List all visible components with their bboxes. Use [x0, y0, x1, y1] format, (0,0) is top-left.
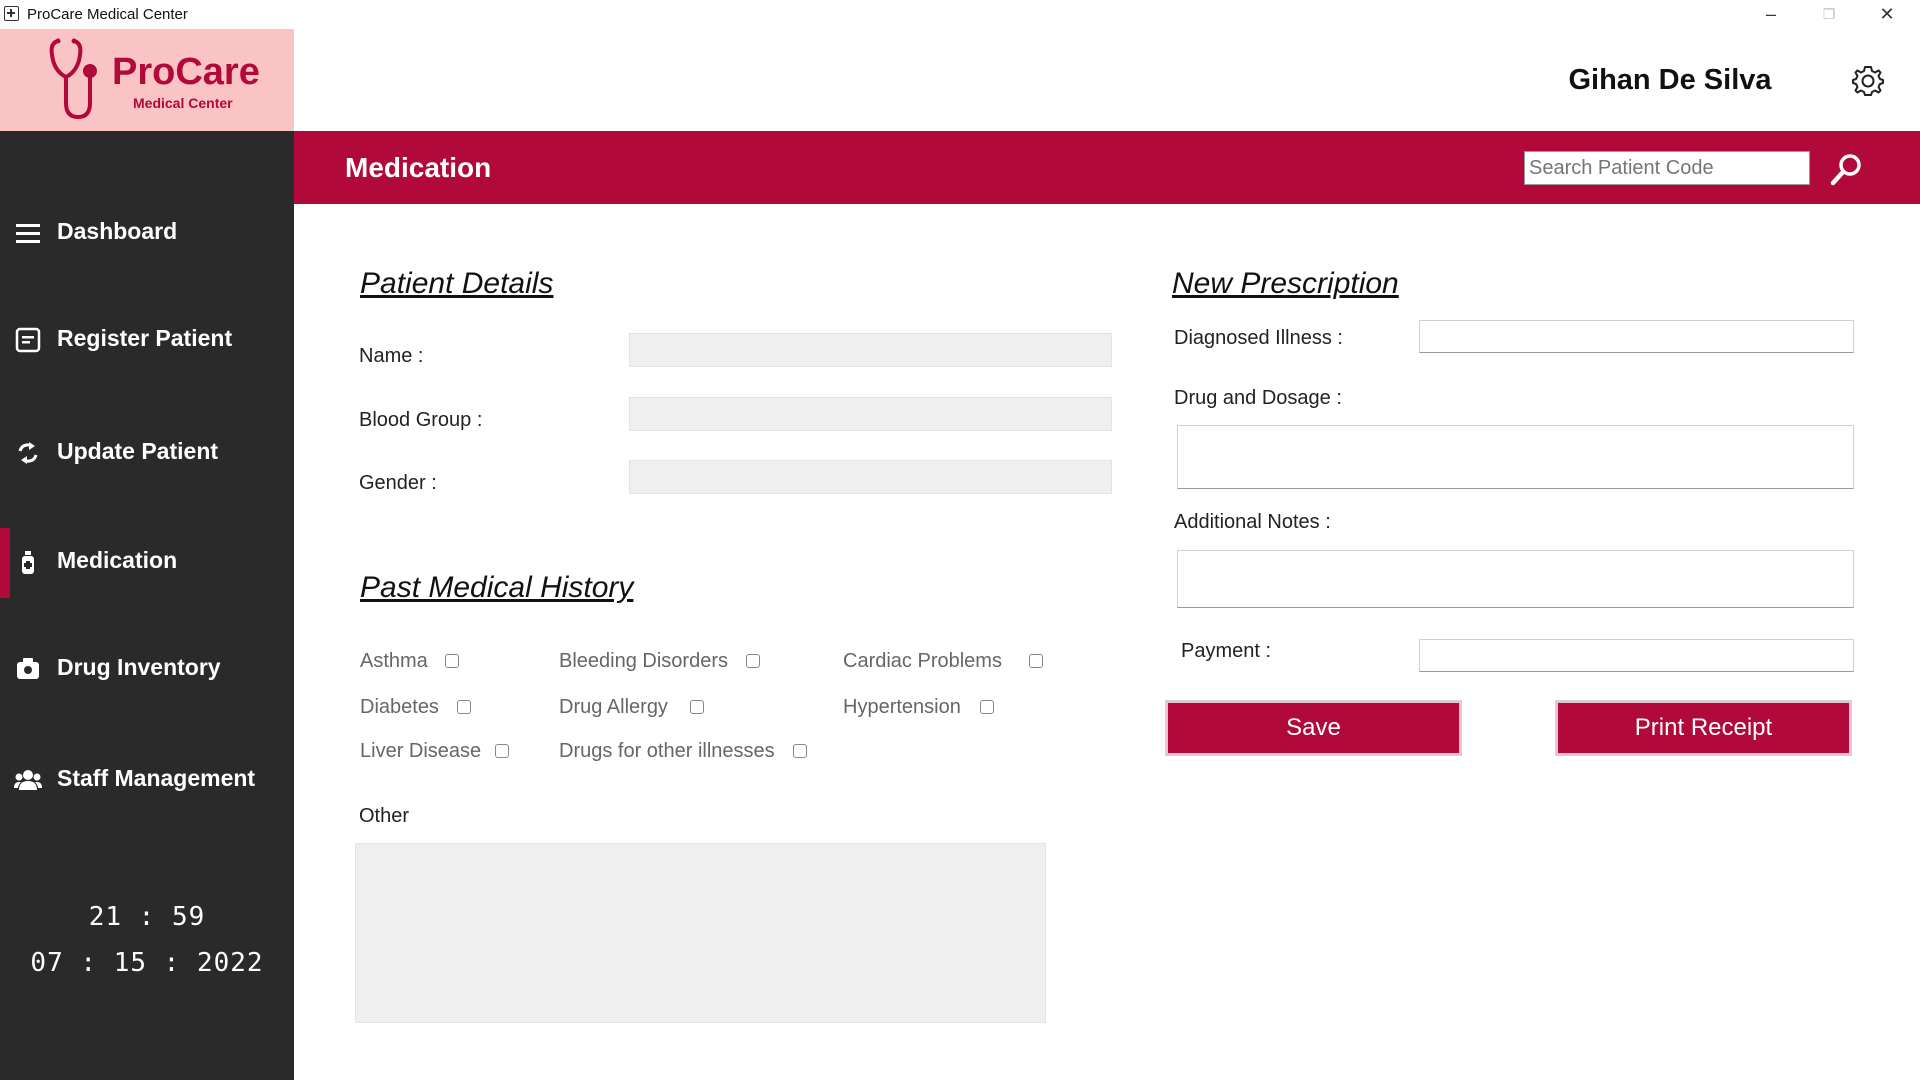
liver-disease-checkbox[interactable] [495, 744, 509, 758]
sidebar-item-label: Register Patient [57, 325, 233, 351]
maximize-button[interactable]: ❐ [1800, 0, 1858, 29]
sidebar-item-staff-management[interactable]: Staff Management [0, 746, 294, 816]
drug-dosage-label: Drug and Dosage : [1174, 387, 1342, 409]
search-icon[interactable] [1828, 151, 1866, 189]
cardiac-problems-label: Cardiac Problems [843, 650, 1002, 672]
bleeding-disorders-label: Bleeding Disorders [559, 650, 728, 672]
clock-date: 07 : 15 : 2022 [30, 948, 264, 978]
register-icon [15, 327, 41, 353]
sidebar-item-label: Dashboard [57, 218, 178, 244]
diagnosed-illness-label: Diagnosed Illness : [1174, 327, 1343, 349]
logo-brand: ProCare [112, 51, 260, 93]
cardiac-problems-checkbox[interactable] [1029, 654, 1043, 668]
sidebar-item-drug-inventory[interactable]: Drug Inventory [0, 635, 294, 705]
camera-box-icon [17, 658, 39, 679]
drug-allergy-checkbox[interactable] [690, 700, 704, 714]
medication-icon [22, 551, 34, 574]
medical-history-heading: Past Medical History [360, 571, 634, 604]
refresh-icon [18, 442, 38, 464]
payment-label: Payment : [1181, 640, 1272, 662]
logo: ProCare Medical Center [0, 29, 294, 131]
name-label: Name : [359, 345, 424, 367]
payment-input[interactable] [1419, 639, 1854, 672]
diabetes-label: Diabetes [360, 696, 439, 718]
sidebar-item-update-patient[interactable]: Update Patient [0, 419, 294, 489]
sidebar-item-label: Staff Management [57, 765, 256, 791]
save-button[interactable]: Save [1166, 701, 1461, 755]
sidebar-item-label: Drug Inventory [57, 654, 221, 680]
gender-field [629, 460, 1112, 494]
minimize-button[interactable]: – [1742, 0, 1800, 29]
hypertension-label: Hypertension [843, 696, 961, 718]
blood-group-field [629, 397, 1112, 431]
sidebar-item-label: Medication [57, 547, 178, 573]
sidebar-item-medication[interactable]: Medication [0, 528, 294, 598]
other-label: Other [359, 805, 410, 827]
asthma-checkbox[interactable] [445, 654, 459, 668]
asthma-label: Asthma [360, 650, 428, 672]
drug-allergy-label: Drug Allergy [559, 696, 668, 718]
liver-disease-label: Liver Disease [360, 740, 482, 762]
logo-subtitle: Medical Center [133, 95, 233, 111]
drug-dosage-input[interactable] [1177, 425, 1854, 489]
menu-icon [16, 224, 40, 243]
additional-notes-label: Additional Notes : [1174, 511, 1331, 533]
other-drugs-label: Drugs for other illnesses [559, 740, 775, 762]
new-prescription-heading: New Prescription [1172, 267, 1399, 300]
sidebar-item-label: Update Patient [57, 438, 219, 464]
window-title: ProCare Medical Center [27, 6, 188, 23]
search-input[interactable] [1524, 151, 1810, 185]
diabetes-checkbox[interactable] [457, 700, 471, 714]
user-name: Gihan De Silva [1568, 64, 1772, 96]
close-button[interactable]: ✕ [1858, 0, 1916, 29]
active-indicator [0, 528, 10, 598]
other-drugs-checkbox[interactable] [793, 744, 807, 758]
window-titlebar: ProCare Medical Center – ❐ ✕ [0, 0, 1920, 29]
blood-group-label: Blood Group : [359, 409, 483, 431]
hypertension-checkbox[interactable] [980, 700, 994, 714]
other-textarea[interactable] [355, 843, 1046, 1023]
clock-time: 21 : 59 [88, 902, 206, 932]
gender-label: Gender : [359, 472, 437, 494]
stethoscope-icon [49, 38, 97, 120]
page-title: Medication [345, 152, 492, 183]
diagnosed-illness-input[interactable] [1419, 320, 1854, 353]
print-receipt-button[interactable]: Print Receipt [1556, 701, 1851, 755]
additional-notes-input[interactable] [1177, 550, 1854, 608]
gear-icon[interactable] [1851, 64, 1885, 98]
sidebar-item-dashboard[interactable]: Dashboard [0, 199, 294, 269]
app-icon [4, 6, 19, 21]
sidebar-item-register-patient[interactable]: Register Patient [0, 306, 294, 376]
name-field [629, 333, 1112, 367]
bleeding-disorders-checkbox[interactable] [746, 654, 760, 668]
users-icon [14, 770, 42, 790]
patient-details-heading: Patient Details [360, 267, 554, 300]
